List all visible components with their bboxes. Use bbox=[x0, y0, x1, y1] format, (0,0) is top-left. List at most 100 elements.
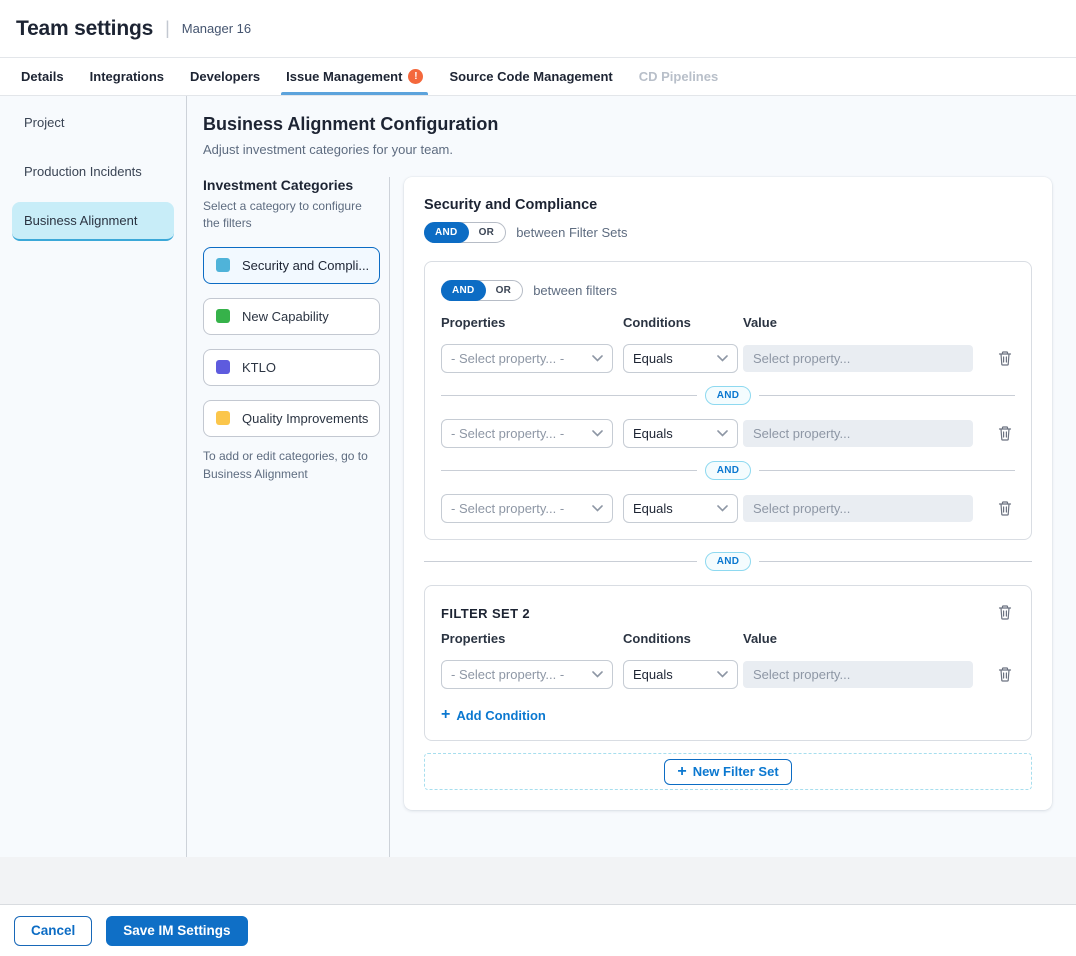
chevron-down-icon bbox=[592, 355, 603, 362]
main-panel: Business Alignment Configuration Adjust … bbox=[187, 96, 1076, 857]
category-ktlo[interactable]: KTLO bbox=[203, 349, 380, 386]
category-label: New Capability bbox=[242, 309, 329, 324]
chevron-down-icon bbox=[592, 671, 603, 678]
section-title: Business Alignment Configuration bbox=[203, 114, 1052, 135]
toggle-caption: between filters bbox=[533, 283, 617, 298]
title-divider: | bbox=[165, 18, 170, 39]
delete-filter-button[interactable] bbox=[995, 348, 1015, 369]
tab-integrations[interactable]: Integrations bbox=[77, 58, 177, 95]
condition-select[interactable]: Equals bbox=[623, 494, 738, 523]
filter-set-1: AND OR between filters Properties Condit… bbox=[424, 261, 1032, 540]
plus-icon: + bbox=[441, 707, 450, 723]
category-new-capability[interactable]: New Capability bbox=[203, 298, 380, 335]
tab-developers[interactable]: Developers bbox=[177, 58, 273, 95]
category-label: KTLO bbox=[242, 360, 276, 375]
filter-row: - Select property... - Equals bbox=[441, 344, 1015, 373]
property-select[interactable]: - Select property... - bbox=[441, 660, 613, 689]
filter-row: - Select property... - Equals bbox=[441, 494, 1015, 523]
team-name: Manager 16 bbox=[182, 21, 251, 36]
category-color-swatch bbox=[216, 411, 230, 425]
delete-filter-button[interactable] bbox=[995, 498, 1015, 519]
trash-icon bbox=[997, 604, 1013, 621]
trash-icon bbox=[997, 500, 1013, 517]
chevron-down-icon bbox=[592, 430, 603, 437]
filter-row: - Select property... - Equals bbox=[441, 660, 1015, 689]
chevron-down-icon bbox=[592, 505, 603, 512]
investment-categories-panel: Investment Categories Select a category … bbox=[203, 177, 390, 857]
trash-icon bbox=[997, 350, 1013, 367]
delete-filter-button[interactable] bbox=[995, 423, 1015, 444]
filter-set-2-title: FILTER SET 2 bbox=[441, 602, 530, 621]
property-select[interactable]: - Select property... - bbox=[441, 494, 613, 523]
category-label: Quality Improvements bbox=[242, 411, 368, 426]
sidebar-item-project[interactable]: Project bbox=[12, 104, 174, 141]
column-headers: Properties Conditions Value bbox=[441, 631, 1015, 646]
conditions-header: Conditions bbox=[623, 315, 743, 330]
section-subtitle: Adjust investment categories for your te… bbox=[203, 142, 1052, 157]
warning-badge-icon: ! bbox=[408, 69, 423, 84]
category-label: Security and Compli... bbox=[242, 258, 369, 273]
value-input[interactable] bbox=[743, 661, 973, 688]
page-header: Team settings | Manager 16 bbox=[0, 0, 1076, 58]
and-pill: AND bbox=[705, 461, 752, 480]
condition-select[interactable]: Equals bbox=[623, 344, 738, 373]
value-input[interactable] bbox=[743, 495, 973, 522]
filters-and-or-toggle[interactable]: AND OR bbox=[441, 280, 523, 301]
and-pill: AND bbox=[705, 386, 752, 405]
property-select[interactable]: - Select property... - bbox=[441, 419, 613, 448]
tab-details[interactable]: Details bbox=[8, 58, 77, 95]
new-filter-set-button[interactable]: + New Filter Set bbox=[664, 759, 791, 785]
value-header: Value bbox=[743, 315, 1015, 330]
categories-help-text: Select a category to configure the filte… bbox=[203, 198, 363, 233]
value-input[interactable] bbox=[743, 345, 973, 372]
settings-sidebar: Project Production Incidents Business Al… bbox=[0, 96, 187, 857]
category-security-and-compliance[interactable]: Security and Compli... bbox=[203, 247, 380, 284]
filter-set-2: FILTER SET 2 Properties Conditions Value bbox=[424, 585, 1032, 741]
new-filter-set-dropzone: + New Filter Set bbox=[424, 753, 1032, 790]
toggle-caption: between Filter Sets bbox=[516, 225, 627, 240]
category-quality-improvements[interactable]: Quality Improvements bbox=[203, 400, 380, 437]
chevron-down-icon bbox=[717, 671, 728, 678]
properties-header: Properties bbox=[441, 315, 623, 330]
delete-filter-set-button[interactable] bbox=[995, 602, 1015, 623]
conditions-header: Conditions bbox=[623, 631, 743, 646]
filter-sets-and-or-toggle[interactable]: AND OR bbox=[424, 222, 506, 243]
categories-title: Investment Categories bbox=[203, 177, 380, 193]
add-condition-button[interactable]: + Add Condition bbox=[441, 707, 546, 723]
footer-actions: Cancel Save IM Settings bbox=[0, 905, 1076, 956]
filter-config-wrap: Security and Compliance AND OR between F… bbox=[390, 177, 1052, 857]
or-option[interactable]: OR bbox=[485, 280, 523, 301]
properties-header: Properties bbox=[441, 631, 623, 646]
and-pill: AND bbox=[705, 552, 752, 571]
category-color-swatch bbox=[216, 309, 230, 323]
footer-strip bbox=[0, 857, 1076, 905]
save-im-settings-button[interactable]: Save IM Settings bbox=[106, 916, 247, 946]
selected-category-title: Security and Compliance bbox=[424, 197, 1032, 213]
sidebar-item-business-alignment[interactable]: Business Alignment bbox=[12, 202, 174, 241]
logic-divider: AND bbox=[441, 386, 1015, 405]
delete-filter-button[interactable] bbox=[995, 664, 1015, 685]
or-option[interactable]: OR bbox=[468, 222, 506, 243]
chevron-down-icon bbox=[717, 430, 728, 437]
category-list: Security and Compli... New Capability KT… bbox=[203, 247, 380, 437]
categories-footnote: To add or edit categories, go to Busines… bbox=[203, 447, 371, 483]
and-option[interactable]: AND bbox=[441, 280, 486, 301]
cancel-button[interactable]: Cancel bbox=[14, 916, 92, 946]
tab-cd-pipelines: CD Pipelines bbox=[626, 58, 731, 95]
property-select[interactable]: - Select property... - bbox=[441, 344, 613, 373]
condition-select[interactable]: Equals bbox=[623, 660, 738, 689]
condition-select[interactable]: Equals bbox=[623, 419, 738, 448]
trash-icon bbox=[997, 666, 1013, 683]
category-color-swatch bbox=[216, 258, 230, 272]
value-input[interactable] bbox=[743, 420, 973, 447]
page-title: Team settings bbox=[16, 17, 153, 41]
plus-icon: + bbox=[677, 764, 686, 780]
sidebar-item-production-incidents[interactable]: Production Incidents bbox=[12, 153, 174, 190]
and-option[interactable]: AND bbox=[424, 222, 469, 243]
chevron-down-icon bbox=[717, 355, 728, 362]
tab-source-code-management[interactable]: Source Code Management bbox=[436, 58, 625, 95]
team-settings-page: Team settings | Manager 16 Details Integ… bbox=[0, 0, 1076, 956]
chevron-down-icon bbox=[717, 505, 728, 512]
tab-bar: Details Integrations Developers Issue Ma… bbox=[0, 58, 1076, 96]
tab-issue-management[interactable]: Issue Management ! bbox=[273, 58, 436, 95]
